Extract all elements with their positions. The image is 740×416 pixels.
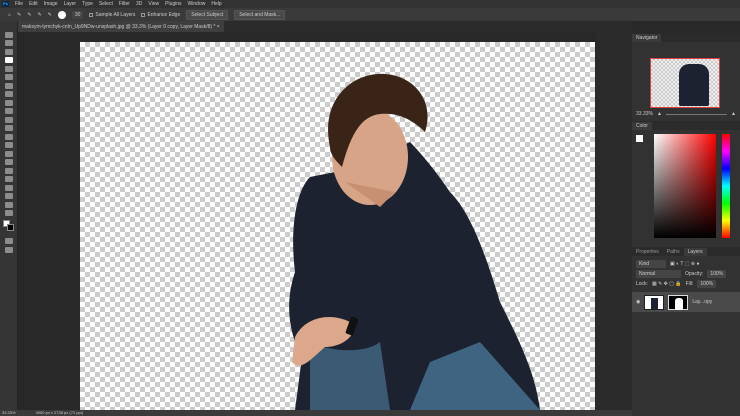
lasso-tool-icon[interactable] [4,48,13,55]
sample-all-label: Sample All Layers [95,11,136,18]
brush-add-icon[interactable]: ✎ [37,12,41,18]
brush-size-icon[interactable] [57,10,66,19]
document-tab-title: maksym-tymchyk-cnIn_Up9NDw-unsplash.jpg … [22,24,216,30]
path-select-icon[interactable] [4,176,13,182]
move-tool-icon[interactable] [4,31,13,38]
type-tool-icon[interactable] [4,167,13,174]
document-tab[interactable]: maksym-tymchyk-cnIn_Up9NDw-unsplash.jpg … [18,21,224,32]
eyedropper-tool-icon[interactable] [4,82,13,89]
document-info[interactable]: 4000 px x 2738 px (72 ppi) [36,410,83,416]
enhance-edge-label: Enhance Edge [147,11,181,18]
home-icon[interactable]: ⌂ [8,12,11,18]
fill-field[interactable]: 100% [697,280,717,288]
right-panels: Navigator 33.33% ▲ ▲ Color Properties Pa… [632,21,740,416]
document-tabs: maksym-tymchyk-cnIn_Up9NDw-unsplash.jpg … [18,21,632,32]
layers-panel: Properties Paths Layers Kind ▣ ◐ T ⬚ ⊕ ● … [632,247,740,312]
navigator-person [679,64,709,106]
layers-tab[interactable]: Layers [683,248,707,256]
shape-tool-icon[interactable] [4,184,13,191]
angle-field[interactable]: 30 [71,10,84,19]
sample-all-layers-checkbox[interactable]: Sample All Layers [89,12,135,18]
screen-mode-icon[interactable] [4,246,13,253]
color-tab[interactable]: Color [632,122,652,130]
lock-icons[interactable]: ▦ ✎ ✥ ▢ 🔒 [652,281,682,287]
hand-tool-icon[interactable] [4,193,13,199]
menu-help[interactable]: Help [211,1,221,7]
color-panel: Color [632,121,740,238]
quick-select-tool-icon[interactable]: ✎ [17,12,21,18]
menu-plugins[interactable]: Plugins [165,1,181,7]
pen-tool-icon[interactable] [4,159,13,165]
eraser-tool-icon[interactable] [4,125,13,131]
navigator-thumbnail[interactable] [650,58,720,108]
visibility-eye-icon[interactable]: ◉ [636,299,640,305]
paths-tab[interactable]: Paths [663,248,684,256]
quick-select-tool-icon[interactable] [4,57,13,63]
zoom-slider[interactable] [665,113,728,115]
filter-icons[interactable]: ▣ ◐ T ⬚ ⊕ ● [670,261,700,267]
image-canvas[interactable] [80,42,595,410]
opacity-label: Opacity: [685,271,704,277]
options-bar: ⌂ ✎ ✎ ✎ ✎ 30 Sample All Layers Enhance E… [0,8,740,21]
properties-tab[interactable]: Properties [632,248,663,256]
layer-row[interactable]: ◉ Lay...opy [632,292,740,312]
stamp-tool-icon[interactable] [4,108,13,114]
menu-view[interactable]: View [148,1,159,7]
layer-name[interactable]: Lay...opy [692,299,712,305]
menu-filter[interactable]: Filter [119,1,130,7]
color-field[interactable] [654,134,716,238]
dodge-tool-icon[interactable] [4,150,13,157]
gradient-tool-icon[interactable] [4,133,13,140]
zoom-tool-icon[interactable] [4,201,13,208]
document-area [18,32,632,410]
photoshop-logo: Ps [2,1,9,7]
navigator-zoom-row: 33.33% ▲ ▲ [632,109,740,119]
panel-dock-strip [596,32,632,410]
menu-type[interactable]: Type [82,1,93,7]
zoom-in-icon[interactable]: ▲ [731,111,736,117]
lock-label: Lock: [636,281,648,287]
tools-panel [0,21,18,410]
marquee-tool-icon[interactable] [4,40,13,46]
enhance-edge-checkbox[interactable]: Enhance Edge [141,12,180,18]
opacity-field[interactable]: 100% [707,270,727,278]
layer-filter-kind[interactable]: Kind [636,260,666,268]
menu-file[interactable]: File [15,1,23,7]
history-brush-icon[interactable] [4,116,13,123]
blend-mode-select[interactable]: Normal [636,270,681,278]
hue-slider[interactable] [722,134,730,238]
select-and-mask-button[interactable]: Select and Mask... [234,9,286,20]
color-swatches[interactable] [3,220,14,234]
foreground-swatch[interactable] [636,135,643,142]
navigator-tab[interactable]: Navigator [632,34,662,42]
menu-layer[interactable]: Layer [64,1,77,7]
zoom-level[interactable]: 33.33% [2,410,16,416]
menu-window[interactable]: Window [188,1,206,7]
layer-mask-thumbnail[interactable] [668,294,689,310]
brush-tool-icon[interactable] [4,99,13,106]
crop-tool-icon[interactable] [4,65,13,72]
menu-image[interactable]: Image [44,1,58,7]
status-bar: 33.33% 4000 px x 2738 px (72 ppi) [0,410,632,416]
navigator-zoom[interactable]: 33.33% [636,111,653,117]
navigator-header: Navigator [632,33,740,42]
person-photo [289,73,540,410]
quick-mask-icon[interactable] [4,238,13,244]
menu-3d[interactable]: 3D [136,1,142,7]
frame-tool-icon[interactable] [4,74,13,80]
more-tools-icon[interactable] [4,210,13,216]
layer-thumbnail[interactable] [644,294,665,310]
blur-tool-icon[interactable] [4,142,13,148]
menu-select[interactable]: Select [99,1,113,7]
brush-new-icon[interactable]: ✎ [27,12,31,18]
fill-label: Fill: [685,281,694,287]
select-subject-button[interactable]: Select Subject [186,9,229,20]
healing-tool-icon[interactable] [4,91,13,97]
menu-edit[interactable]: Edit [29,1,38,7]
zoom-out-icon[interactable]: ▲ [657,111,662,117]
brush-subtract-icon[interactable]: ✎ [48,12,52,18]
menu-bar: Ps File Edit Image Layer Type Select Fil… [0,0,740,8]
